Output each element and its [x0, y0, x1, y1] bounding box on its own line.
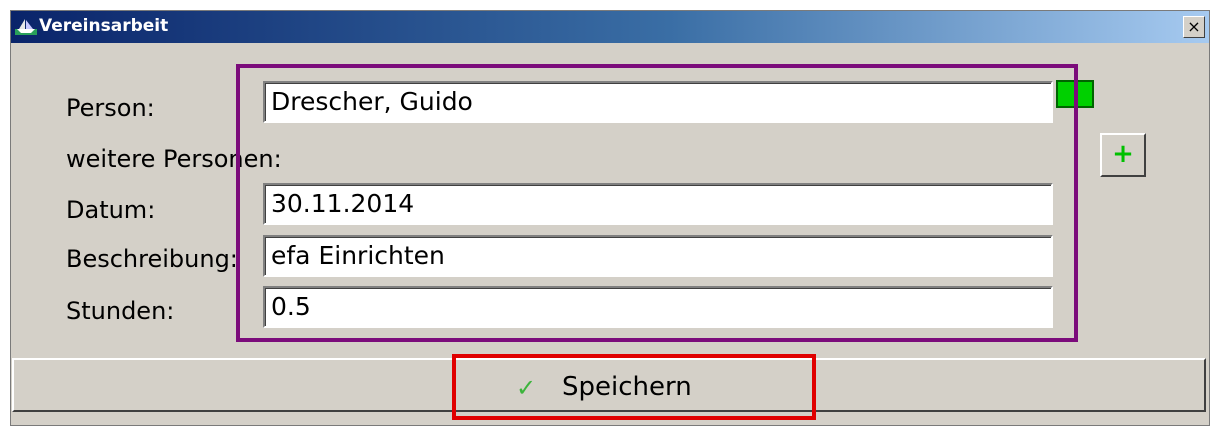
stunden-field[interactable]: 0.5	[263, 286, 1053, 328]
person-label: Person:	[66, 94, 155, 122]
window-title: Vereinsarbeit	[39, 16, 169, 36]
title-bar[interactable]: Vereinsarbeit ×	[11, 11, 1209, 43]
datum-field[interactable]: 30.11.2014	[263, 183, 1053, 225]
boat-icon	[15, 17, 37, 37]
beschreibung-label: Beschreibung:	[66, 245, 238, 273]
check-icon: ✓	[516, 374, 537, 402]
beschreibung-field[interactable]: efa Einrichten	[263, 235, 1053, 277]
status-indicator-icon	[1056, 80, 1094, 108]
weitere-personen-label: weitere Personen:	[66, 145, 282, 173]
save-button[interactable]: ✓ Speichern	[452, 354, 816, 420]
stunden-label: Stunden:	[66, 297, 175, 325]
add-person-button[interactable]: +	[1100, 133, 1146, 177]
datum-label: Datum:	[66, 196, 156, 224]
save-button-label: Speichern	[562, 372, 692, 402]
close-button[interactable]: ×	[1183, 16, 1205, 38]
person-field[interactable]: Drescher, Guido	[263, 81, 1053, 123]
